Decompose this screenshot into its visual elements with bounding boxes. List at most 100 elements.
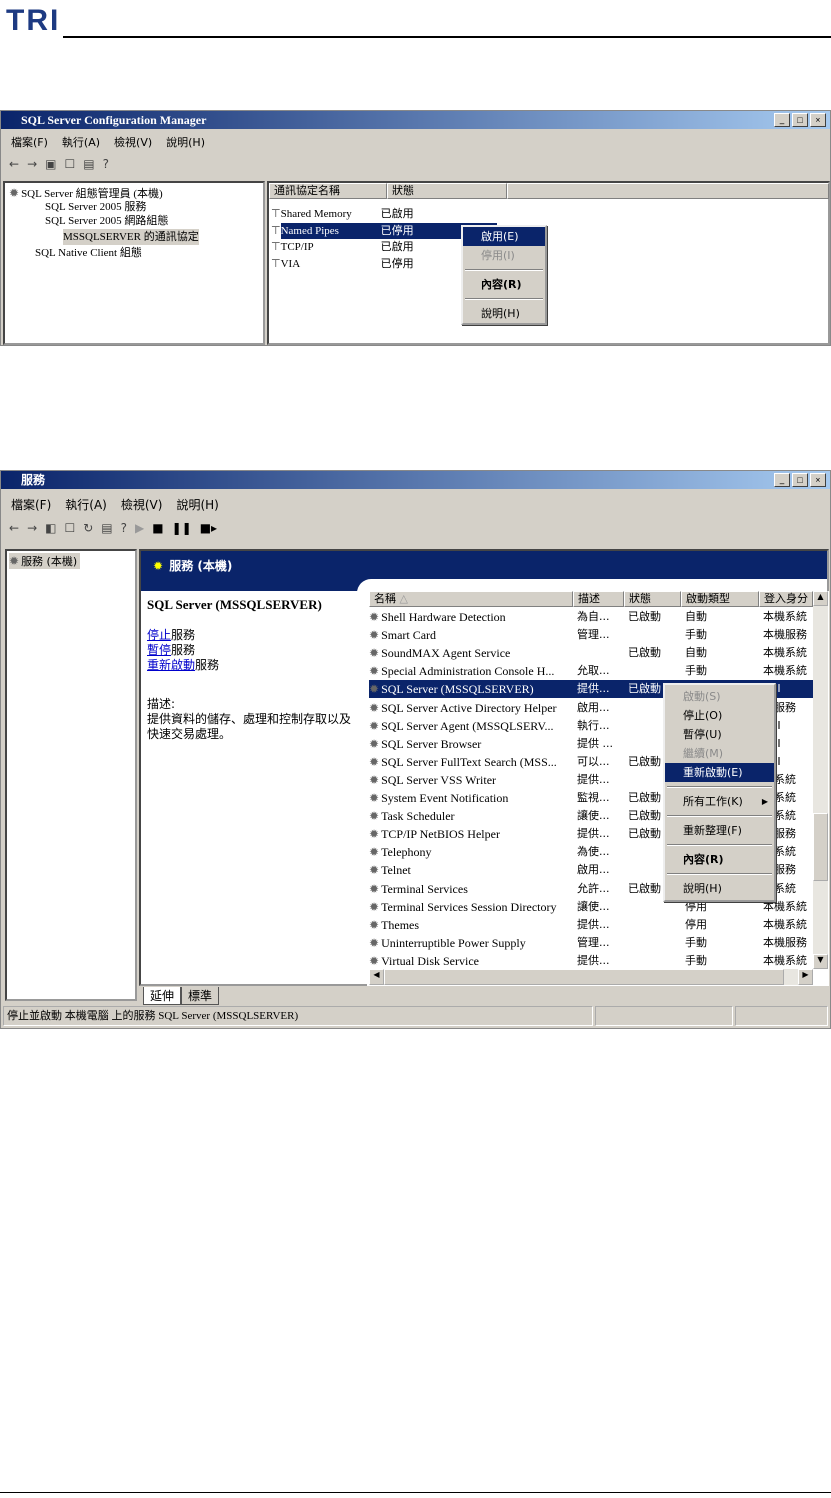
col-description[interactable]: 描述: [573, 591, 624, 607]
gear-icon: ✹: [369, 899, 380, 914]
services-window: 服務 _ □ × 檔案(F) 執行(A) 檢視(V) 說明(H) ← → ◧ ☐ ↻ ▤? ▶ ■ ❚❚ ■…: [0, 470, 831, 1029]
context-menu-item[interactable]: 說明(H): [665, 879, 774, 898]
tree-protocols[interactable]: MSSQLSERVER 的通訊協定: [63, 229, 199, 245]
gear-icon: ✹: [369, 646, 380, 661]
col-status[interactable]: 狀態: [387, 183, 507, 199]
service-description: 提供 ...: [577, 736, 613, 750]
service-name: ✹ SQL Server Browser: [369, 736, 482, 751]
service-name: ✹ TCP/IP NetBIOS Helper: [369, 827, 500, 842]
vertical-scrollbar[interactable]: ▲ ▼: [813, 591, 828, 969]
menu-item-label: 暫停(U): [683, 728, 722, 741]
menu-item-label: 繼續(M): [683, 747, 724, 760]
pause-icon[interactable]: ❚❚: [172, 521, 192, 535]
tree-pane: ✹ SQL Server 組態管理員 (本機) SQL Server 2005 服…: [3, 181, 265, 345]
close-button[interactable]: ×: [810, 113, 826, 127]
service-description: 提供...: [577, 953, 610, 967]
footer-rule: [0, 1492, 831, 1493]
menu-file[interactable]: 檔案(F): [11, 133, 48, 153]
restart-service-link[interactable]: 重新啟動: [147, 658, 195, 672]
maximize-button[interactable]: □: [792, 473, 808, 487]
menu-properties[interactable]: 內容(R): [463, 275, 545, 294]
tree-network-config[interactable]: SQL Server 2005 網路組態: [45, 213, 168, 229]
show-tree-icon[interactable]: ◧: [45, 521, 56, 535]
properties-icon[interactable]: ☐: [64, 521, 75, 535]
restart-icon[interactable]: ■▸: [200, 521, 217, 535]
tab-standard[interactable]: 標準: [181, 987, 220, 1005]
col-logon-as[interactable]: 登入身分: [759, 591, 813, 607]
submenu-arrow-icon: ▶: [761, 797, 768, 806]
protocol-icon: ⊤: [271, 241, 281, 253]
service-logon: 本機系統: [763, 917, 807, 931]
scroll-left-icon[interactable]: ◀: [369, 969, 384, 985]
minimize-button[interactable]: _: [774, 113, 790, 127]
up-folder-icon[interactable]: ▣: [45, 157, 56, 171]
start-icon[interactable]: ▶: [135, 521, 144, 535]
maximize-button[interactable]: □: [792, 113, 808, 127]
horizontal-scrollbar[interactable]: ◀ ▶: [369, 969, 813, 985]
tree-native-client[interactable]: SQL Native Client 組態: [35, 245, 142, 261]
scroll-right-icon[interactable]: ▶: [798, 969, 813, 985]
stop-icon[interactable]: ■: [152, 521, 163, 535]
col-name[interactable]: 名稱 △: [369, 591, 573, 607]
menu-help[interactable]: 說明(H): [176, 495, 218, 515]
properties-icon[interactable]: ☐: [64, 157, 75, 171]
service-description: 為使...: [577, 845, 610, 859]
scroll-thumb[interactable]: [813, 813, 828, 881]
back-icon[interactable]: ←: [9, 157, 19, 171]
tree-services-local[interactable]: ✹ 服務 (本機): [9, 553, 81, 569]
col-protocol-name[interactable]: 通訊協定名稱: [269, 183, 387, 199]
menu-help-item[interactable]: 說明(H): [463, 304, 545, 323]
link-suffix: 服務: [171, 643, 196, 657]
protocol-row[interactable]: ⊤Shared Memory 已啟用: [271, 206, 509, 222]
context-menu-item[interactable]: 所有工作(K) ▶: [665, 792, 774, 811]
menu-view[interactable]: 檢視(V): [121, 495, 163, 515]
menu-help[interactable]: 說明(H): [166, 133, 205, 153]
close-button[interactable]: ×: [810, 473, 826, 487]
stop-service-link[interactable]: 停止: [147, 628, 171, 642]
refresh-icon[interactable]: ↻: [83, 521, 93, 535]
context-menu-item[interactable]: 暫停(U): [665, 725, 774, 744]
menu-action[interactable]: 執行(A): [65, 495, 107, 515]
forward-icon[interactable]: →: [27, 521, 37, 535]
context-menu-item[interactable]: 繼續(M): [665, 744, 774, 763]
pause-service-link[interactable]: 暫停: [147, 643, 171, 657]
service-description: 提供...: [577, 917, 610, 931]
menu-action[interactable]: 執行(A): [62, 133, 100, 153]
context-menu-item[interactable]: 內容(R): [665, 850, 774, 869]
desc-text: 提供資料的儲存、處理和控制存取以及快速交易處理。: [147, 712, 352, 741]
scroll-down-icon[interactable]: ▼: [813, 954, 828, 969]
menu-disable[interactable]: 停用(I): [463, 246, 545, 265]
scroll-up-icon[interactable]: ▲: [813, 591, 828, 606]
minimize-button[interactable]: _: [774, 473, 790, 487]
service-row[interactable]: ✹ Themes 提供... 停用 本機系統: [369, 916, 813, 934]
service-row[interactable]: ✹ SoundMAX Agent Service 已啟動 自動 本機系統: [369, 644, 813, 662]
context-menu-item[interactable]: 重新啟動(E): [665, 763, 774, 782]
context-menu-item[interactable]: 啟動(S): [665, 687, 774, 706]
help-icon[interactable]: ?: [121, 521, 127, 535]
forward-icon[interactable]: →: [27, 157, 37, 171]
gear-icon: ✹: [369, 664, 380, 679]
col-status[interactable]: 狀態: [624, 591, 681, 607]
menu-file[interactable]: 檔案(F): [11, 495, 51, 515]
gear-icon: ✹: [369, 754, 380, 769]
service-row[interactable]: ✹ Special Administration Console H... 允取..…: [369, 662, 813, 680]
service-name: ✹ Terminal Services: [369, 881, 468, 896]
tab-extended[interactable]: 延伸: [143, 987, 182, 1005]
export-icon[interactable]: ▤: [101, 521, 112, 535]
service-row[interactable]: ✹ Shell Hardware Detection 為自... 已啟動 自動 本機系統: [369, 608, 813, 626]
menu-enable[interactable]: 啟用(E): [463, 227, 545, 246]
service-row[interactable]: ✹ Virtual Disk Service 提供... 手動 本機系統: [369, 952, 813, 970]
col-startup-type[interactable]: 啟動類型: [681, 591, 759, 607]
menu-view[interactable]: 檢視(V): [114, 133, 152, 153]
service-row[interactable]: ✹ Smart Card 管理... 手動 本機服務: [369, 626, 813, 644]
context-menu-item[interactable]: 重新整理(F): [665, 821, 774, 840]
export-icon[interactable]: ▤: [83, 157, 94, 171]
view-tabs: 延伸 標準: [143, 987, 220, 1005]
service-row[interactable]: ✹ Uninterruptible Power Supply 管理... 手動 本機服務: [369, 934, 813, 952]
context-menu-item[interactable]: 停止(O): [665, 706, 774, 725]
back-icon[interactable]: ←: [9, 521, 19, 535]
service-name: ✹ Uninterruptible Power Supply: [369, 935, 526, 950]
help-icon[interactable]: ?: [103, 157, 109, 171]
hscroll-thumb[interactable]: [384, 969, 784, 985]
gear-icon: ✹: [369, 917, 380, 932]
